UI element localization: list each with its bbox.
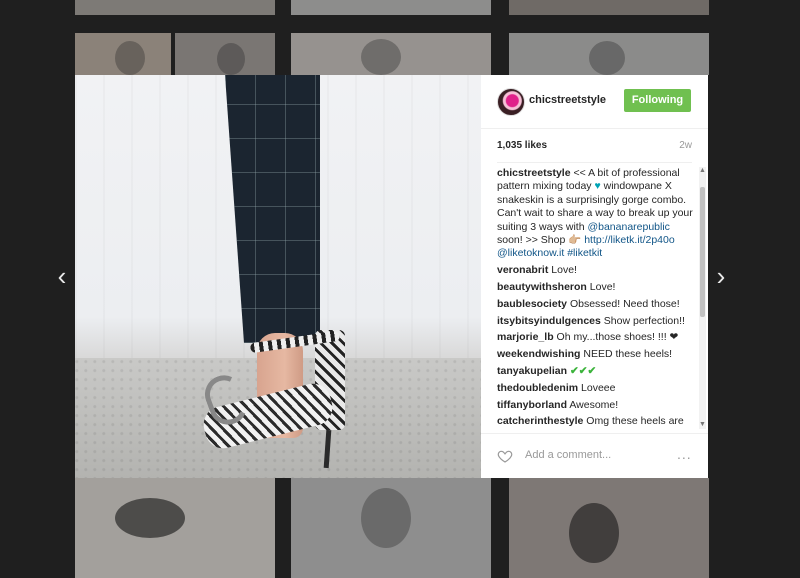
comment-username[interactable]: marjorie_lb bbox=[497, 331, 554, 343]
comment-username[interactable]: veronabrit bbox=[497, 264, 548, 276]
comment-item: catcherinthestyle Omg these heels are bbox=[497, 415, 693, 428]
scrollbar-thumb[interactable] bbox=[700, 187, 705, 317]
grid-thumbnail[interactable] bbox=[291, 478, 491, 578]
comment-item: marjorie_lb Oh my...those shoes! !!! ❤ bbox=[497, 331, 693, 344]
chevron-left-icon[interactable]: ‹ bbox=[53, 262, 71, 290]
comment-item: thedoubledenim Loveee bbox=[497, 382, 693, 395]
comment-item: tanyakupelian ✔✔✔ bbox=[497, 365, 693, 378]
grid-thumbnail[interactable] bbox=[509, 478, 709, 578]
caption-username[interactable]: chicstreetstyle bbox=[497, 167, 571, 179]
comment-text: Obsessed! Need those! bbox=[569, 297, 680, 310]
comment-username[interactable]: beautywithsheron bbox=[497, 281, 587, 293]
avatar[interactable] bbox=[497, 88, 525, 116]
comment-text: Oh my...those shoes! !!! ❤ bbox=[556, 331, 679, 344]
comment-item: tiffanyborland Awesome! bbox=[497, 399, 693, 412]
comment-username[interactable]: tiffanyborland bbox=[497, 399, 567, 411]
grid-thumbnail[interactable] bbox=[291, 0, 491, 15]
comments-list[interactable]: chicstreetstyle << A bit of professional… bbox=[497, 167, 693, 429]
likes-row: 1,035 likes 2w bbox=[497, 140, 692, 154]
post-username[interactable]: chicstreetstyle bbox=[529, 94, 606, 106]
comment-username[interactable]: tanyakupelian bbox=[497, 365, 567, 377]
comment-input[interactable] bbox=[525, 446, 645, 464]
comment-username[interactable]: thedoubledenim bbox=[497, 382, 578, 394]
caption: chicstreetstyle << A bit of professional… bbox=[497, 167, 693, 260]
more-options-icon[interactable]: ... bbox=[677, 447, 697, 461]
checkmark-icons: ✔✔✔ bbox=[569, 365, 597, 378]
comment-username[interactable]: itsybitsyindulgences bbox=[497, 315, 601, 327]
scroll-down-icon[interactable]: ▼ bbox=[699, 421, 706, 429]
shop-link[interactable]: http://liketk.it/2p40o bbox=[584, 234, 674, 246]
grid-thumbnail[interactable] bbox=[75, 478, 275, 578]
post-modal: chicstreetstyle Following 1,035 likes 2w… bbox=[75, 75, 708, 478]
comment-text: Omg these heels are bbox=[586, 415, 684, 428]
comment-username[interactable]: catcherinthestyle bbox=[497, 415, 583, 427]
grid-thumbnail[interactable] bbox=[509, 0, 709, 15]
post-photo bbox=[75, 75, 481, 478]
comment-item: baublesociety Obsessed! Need those! bbox=[497, 298, 693, 311]
comment-text: Loveee bbox=[581, 381, 616, 394]
divider bbox=[497, 162, 692, 163]
post-sidebar: chicstreetstyle Following 1,035 likes 2w… bbox=[481, 75, 708, 478]
grid-thumbnail[interactable] bbox=[509, 33, 709, 75]
comment-username[interactable]: weekendwishing bbox=[497, 348, 580, 360]
post-header: chicstreetstyle Following bbox=[481, 75, 708, 129]
comments-scrollbar[interactable]: ▲ ▼ bbox=[699, 167, 706, 429]
heart-icon[interactable] bbox=[497, 448, 513, 464]
comment-username[interactable]: baublesociety bbox=[497, 298, 567, 310]
scroll-up-icon[interactable]: ▲ bbox=[699, 167, 706, 175]
comment-item: itsybitsyindulgences Show perfection!! bbox=[497, 315, 693, 328]
hashtag-link[interactable]: #liketkit bbox=[567, 247, 602, 259]
grid-thumbnail[interactable] bbox=[75, 33, 171, 75]
comment-text: Show perfection!! bbox=[603, 314, 685, 327]
post-age[interactable]: 2w bbox=[679, 140, 692, 151]
mention-link[interactable]: @bananarepublic bbox=[587, 221, 669, 233]
comment-text: Love! bbox=[551, 264, 577, 277]
comment-item: beautywithsheron Love! bbox=[497, 281, 693, 294]
comment-text: NEED these heels! bbox=[583, 348, 673, 361]
likes-count[interactable]: 1,035 likes bbox=[497, 140, 547, 151]
mention-link[interactable]: @liketoknow.it bbox=[497, 247, 564, 259]
comment-text: Awesome! bbox=[569, 398, 619, 411]
following-button[interactable]: Following bbox=[624, 89, 691, 112]
grid-thumbnail[interactable] bbox=[291, 33, 491, 75]
comment-text: Love! bbox=[589, 281, 616, 294]
grid-thumbnail[interactable] bbox=[75, 0, 275, 15]
comment-item: veronabrit Love! bbox=[497, 264, 693, 277]
comment-bar: ... bbox=[481, 433, 708, 478]
grid-thumbnail[interactable] bbox=[175, 33, 275, 75]
chevron-right-icon[interactable]: › bbox=[712, 262, 730, 290]
comment-item: weekendwishing NEED these heels! bbox=[497, 348, 693, 361]
